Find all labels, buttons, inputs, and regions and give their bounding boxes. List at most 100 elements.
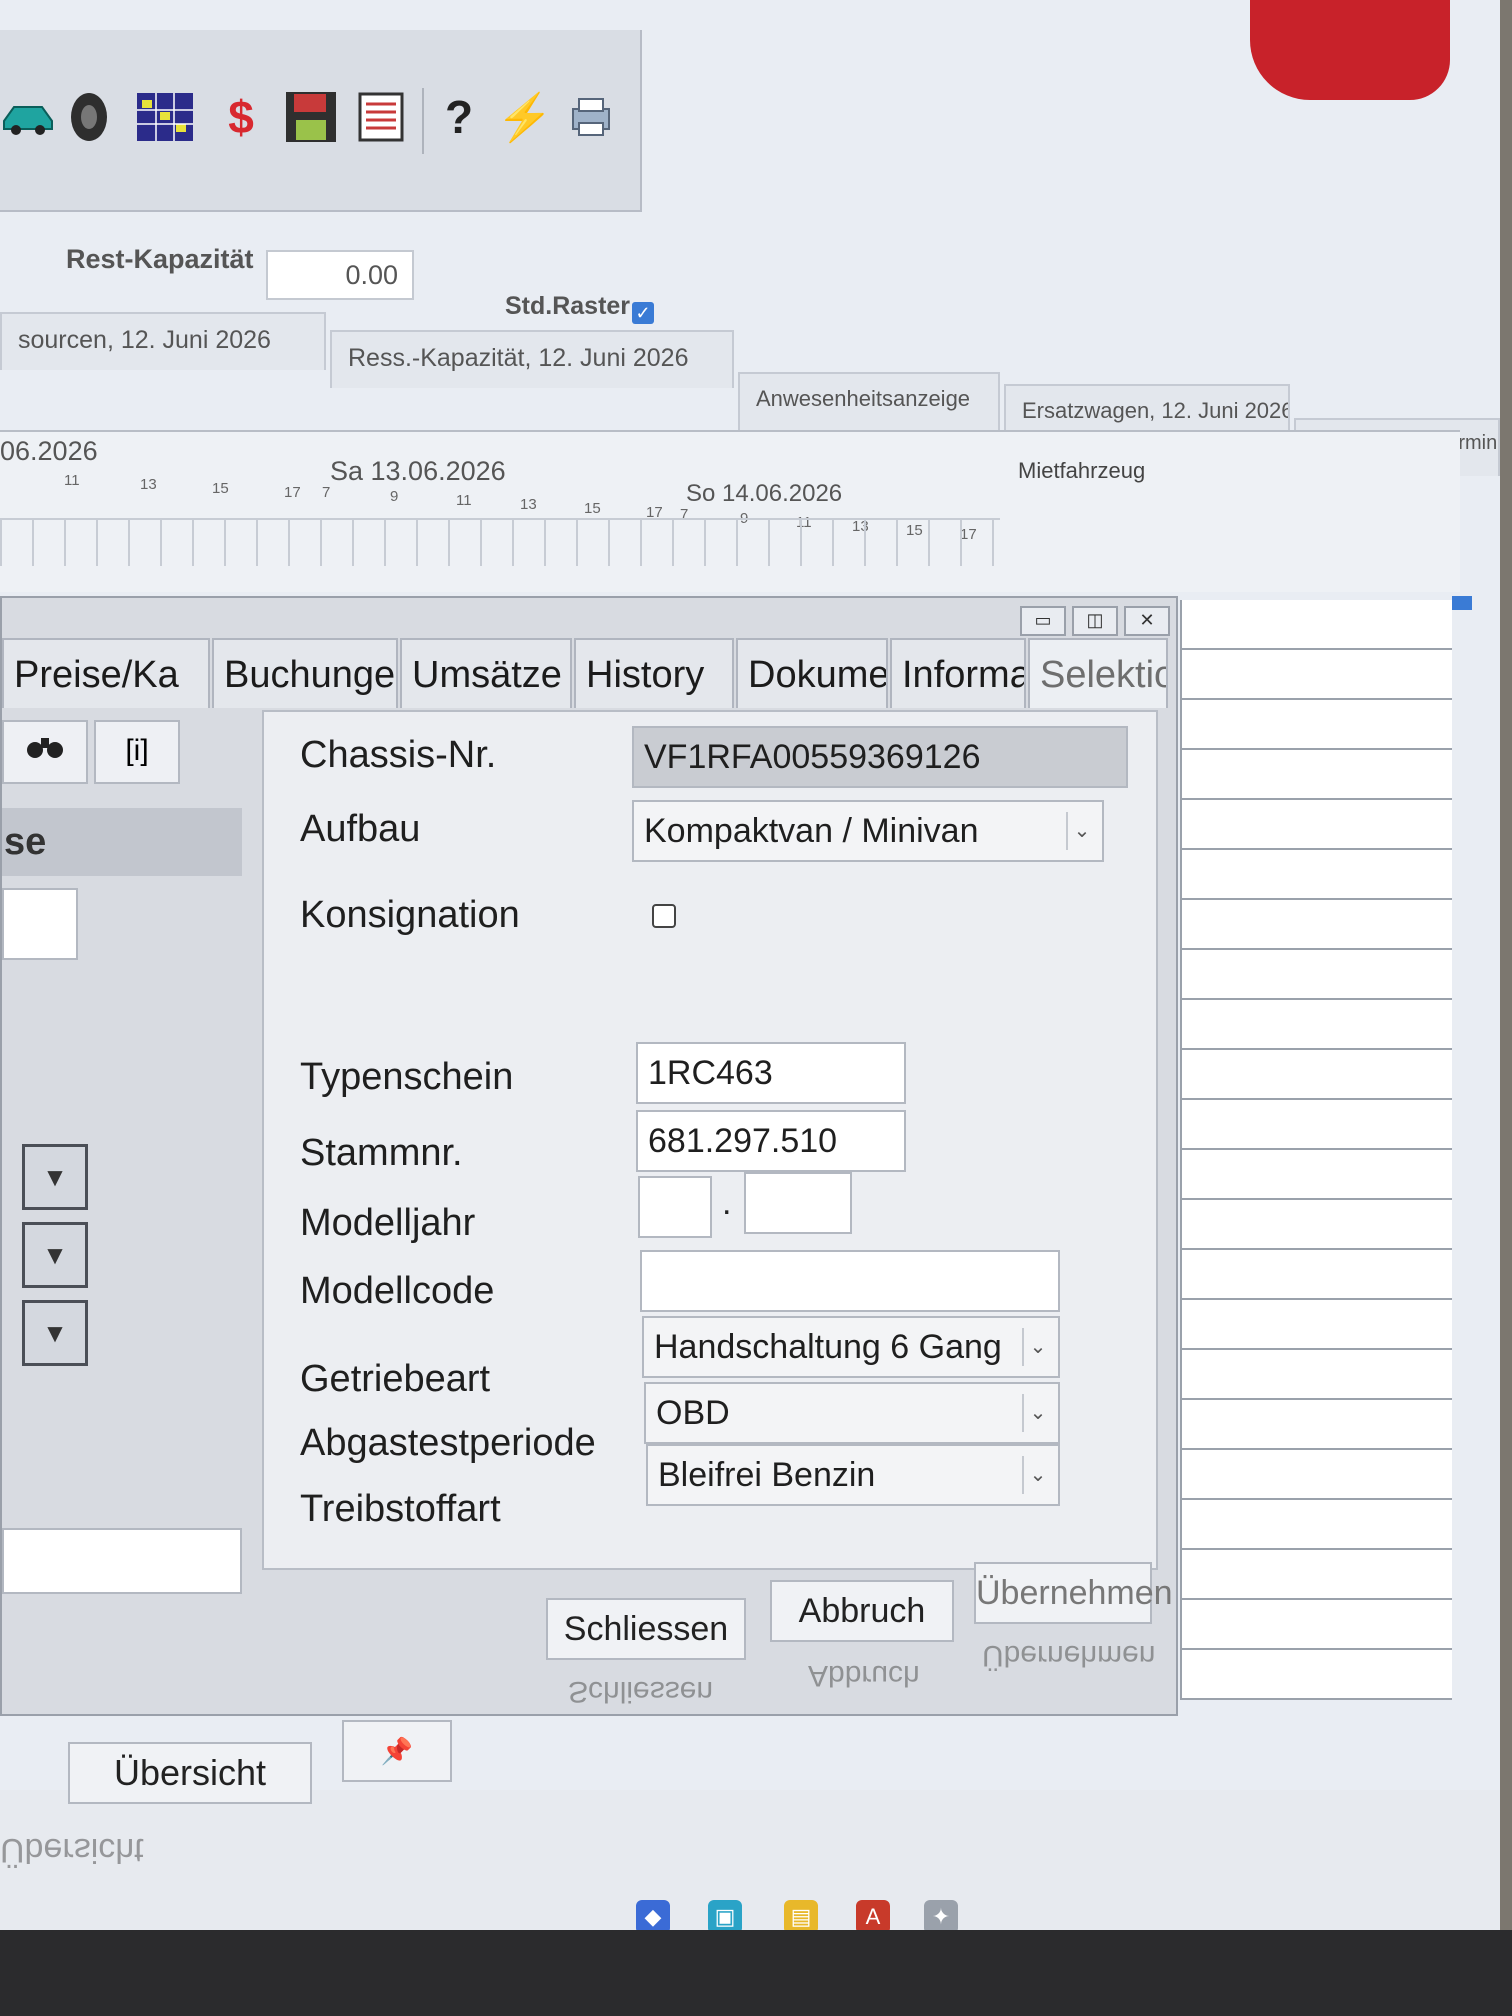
abgastest-label: Abgastestperiode: [300, 1422, 596, 1464]
stammnr-label: Stammnr.: [300, 1132, 463, 1174]
uebersicht-reflection: Übersicht: [0, 1831, 144, 1869]
tab-information[interactable]: Informatio: [890, 638, 1026, 708]
modellcode-input[interactable]: [640, 1250, 1060, 1312]
hour-tick: 17: [284, 484, 301, 501]
typenschein-input[interactable]: 1RC463: [636, 1042, 906, 1104]
scroll-marker[interactable]: [1452, 596, 1472, 610]
uebernehmen-button[interactable]: Übernehmen: [974, 1562, 1173, 1624]
getriebeart-select[interactable]: Handschaltung 6 Gang ⌄: [642, 1316, 1060, 1378]
dollar-icon[interactable]: $: [212, 88, 270, 146]
minimize-button[interactable]: ▭: [1020, 606, 1066, 636]
hour-tick: 7: [322, 484, 331, 501]
car-icon[interactable]: [0, 88, 58, 146]
hour-tick: 13: [520, 496, 537, 513]
tab-selektion[interactable]: Selektion: [1028, 638, 1168, 708]
side-banner: se: [2, 808, 242, 876]
konsignation-checkbox[interactable]: [652, 904, 676, 928]
abgastest-value: OBD: [656, 1394, 730, 1432]
grid-icon[interactable]: [136, 88, 194, 146]
print-icon[interactable]: [562, 88, 620, 146]
chevron-down-icon[interactable]: ⌄: [1022, 1456, 1052, 1494]
help-icon[interactable]: ?: [430, 88, 488, 146]
modellcode-label: Modellcode: [300, 1270, 495, 1312]
konsignation-label: Konsignation: [300, 894, 520, 936]
app-icon[interactable]: ◆: [636, 1900, 670, 1930]
getriebeart-label: Getriebeart: [300, 1358, 491, 1400]
hour-tick: 11: [64, 472, 80, 489]
rest-capacity-input[interactable]: 0.00: [266, 250, 414, 300]
tab-history[interactable]: History: [574, 638, 734, 708]
timeline-date-1: 06.2026: [0, 436, 98, 466]
schliessen-reflection: Schliessen: [568, 1675, 714, 1708]
stammnr-input[interactable]: 681.297.510: [636, 1110, 906, 1172]
schliessen-button[interactable]: Schliessen: [546, 1598, 746, 1660]
timeline: 06.2026 Sa 13.06.2026 So 14.06.2026 11 1…: [0, 430, 1460, 592]
tab-attendance[interactable]: Anwesenheitsanzeige: [738, 372, 1000, 430]
filter-icon[interactable]: ▼: [22, 1144, 88, 1210]
typenschein-label: Typenschein: [300, 1056, 514, 1098]
chevron-down-icon[interactable]: ⌄: [1066, 812, 1096, 850]
std-raster-checkbox[interactable]: ✓: [632, 302, 654, 324]
maximize-button[interactable]: ◫: [1072, 606, 1118, 636]
chevron-down-icon[interactable]: ⌄: [1022, 1394, 1052, 1432]
pin-button[interactable]: 📌: [342, 1720, 452, 1782]
hour-tick: 9: [390, 488, 399, 505]
abbruch-reflection: Abbruch: [808, 1659, 920, 1692]
uebersicht-button[interactable]: Übersicht: [68, 1742, 312, 1804]
tool-icon[interactable]: ✦: [924, 1900, 958, 1930]
abgastest-select[interactable]: OBD ⌄: [644, 1382, 1060, 1444]
folder-icon[interactable]: ▤: [784, 1900, 818, 1930]
tab-preise[interactable]: Preise/Ka: [2, 638, 210, 708]
rest-capacity-label: Rest-Kapazität: [66, 244, 254, 274]
timeline-date-3: So 14.06.2026: [686, 480, 843, 507]
close-button[interactable]: ✕: [1124, 606, 1170, 636]
tab-resources[interactable]: sourcen, 12. Juni 2026: [0, 312, 326, 370]
tab-buchungen[interactable]: Buchunge: [212, 638, 398, 708]
background-red-object: [1250, 0, 1450, 100]
schedule-rows: [1180, 600, 1452, 1700]
main-toolbar: $ ? ⚡: [0, 30, 642, 212]
info-button[interactable]: [i]: [94, 720, 180, 784]
tab-umsaetze[interactable]: Umsätze: [400, 638, 572, 708]
chevron-down-icon[interactable]: ⌄: [1022, 1328, 1052, 1366]
toolbar-separator: [422, 88, 424, 154]
modelljahr-input-b[interactable]: [744, 1172, 852, 1234]
list-icon[interactable]: [352, 88, 410, 146]
treibstoff-label: Treibstoffart: [300, 1488, 501, 1530]
timeline-date-2: Sa 13.06.2026: [330, 456, 506, 486]
hour-tick: 15: [584, 500, 601, 517]
timeline-grid: [0, 518, 1000, 566]
getriebeart-value: Handschaltung 6 Gang: [654, 1328, 1002, 1366]
modelljahr-separator: .: [722, 1184, 732, 1222]
side-field[interactable]: [2, 888, 78, 960]
tab-dokumente[interactable]: Dokumen: [736, 638, 888, 708]
uebernehmen-reflection: Übernehmen: [982, 1639, 1156, 1672]
app-icon[interactable]: ▣: [708, 1900, 742, 1930]
screen: $ ? ⚡ Rest-Kapazität 0.00 Std.Raster ✓ s…: [0, 0, 1500, 1930]
pdf-icon[interactable]: A: [856, 1900, 890, 1930]
aufbau-label: Aufbau: [300, 808, 421, 850]
binoculars-button[interactable]: [2, 720, 88, 784]
chassis-input[interactable]: VF1RFA00559369126: [632, 726, 1128, 788]
abbruch-button[interactable]: Abbruch: [770, 1580, 954, 1642]
treibstoff-select[interactable]: Bleifrei Benzin ⌄: [646, 1444, 1060, 1506]
tire-icon[interactable]: [60, 88, 118, 146]
vehicle-dialog: ▭ ◫ ✕ Preise/Ka Buchunge Umsätze History…: [0, 596, 1178, 1716]
hour-tick: 13: [140, 476, 157, 493]
vehicle-type-label: Mietfahrzeug: [1018, 458, 1146, 483]
filter-icon[interactable]: ▼: [22, 1300, 88, 1366]
chassis-label: Chassis-Nr.: [300, 734, 497, 776]
aufbau-value: Kompaktvan / Minivan: [644, 812, 979, 850]
save-icon[interactable]: [282, 88, 340, 146]
filter-icon[interactable]: ▼: [22, 1222, 88, 1288]
side-input[interactable]: [2, 1528, 242, 1594]
lightning-icon[interactable]: ⚡: [496, 88, 554, 146]
modelljahr-label: Modelljahr: [300, 1202, 476, 1244]
taskbar: [0, 1790, 1500, 1930]
hour-tick: 11: [456, 492, 472, 509]
tab-resource-capacity[interactable]: Ress.-Kapazität, 12. Juni 2026: [330, 330, 734, 388]
modelljahr-input-a[interactable]: [638, 1176, 712, 1238]
aufbau-select[interactable]: Kompaktvan / Minivan ⌄: [632, 800, 1104, 862]
treibstoff-value: Bleifrei Benzin: [658, 1456, 876, 1494]
monitor-bezel: [0, 1930, 1512, 2016]
